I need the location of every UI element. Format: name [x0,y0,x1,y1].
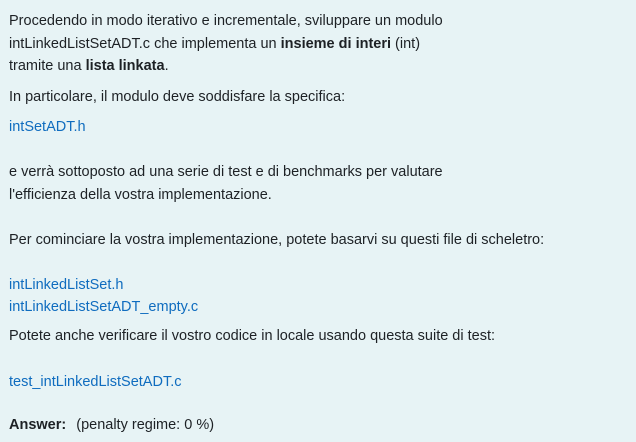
intro-line-1: Procedendo in modo iterativo e increment… [9,11,443,31]
test-intlinkedlistsetadt-c-link[interactable]: test_intLinkedListSetADT.c [9,374,181,390]
skeleton-link-line-2: intLinkedListSetADT_empty.c [9,297,198,317]
spec-text: In particolare, il modulo deve soddisfar… [9,89,346,105]
test-text-line-2: l'efficienza della vostra implementazion… [9,187,272,203]
intsetadt-h-link[interactable]: intSetADT.h [9,119,86,135]
intlinkedlistset-h-link[interactable]: intLinkedListSet.h [9,277,123,293]
question-text-panel: Procedendo in modo iterativo e increment… [0,0,636,442]
intro-text-3: tramite una [9,58,86,74]
answer-label: Answer: [9,417,67,433]
spec-line: intSetADT.h [9,117,86,137]
skeleton-text: Per cominciare la vostra implementazione… [9,232,545,248]
intro-line-2: intLinkedListSetADT.c che implementa un … [9,34,420,54]
intlinkedlistsetadt-empty-c-link[interactable]: intLinkedListSetADT_empty.c [9,299,198,315]
verify-text: Potete anche verificare il vostro codice… [9,328,496,344]
skeleton-link-line-1: intLinkedListSet.h [9,275,123,295]
test-text-line-1: e verrà sottoposto ad una serie di test … [9,164,443,180]
answer-row: Answer: (penalty regime: 0 %) [9,415,214,435]
penalty-regime: (penalty regime: 0 %) [76,417,215,433]
test-link-line: test_intLinkedListSetADT.c [9,372,181,392]
intro-line-3: tramite una lista linkata. [9,56,169,76]
intro-text-2: intLinkedListSetADT.c che implementa un [9,36,281,52]
int-type-note: (int) [391,36,421,52]
intro-text-1: Procedendo in modo iterativo e increment… [9,13,443,29]
linked-list-emphasis: lista linkata [85,58,165,74]
integer-set-emphasis: insieme di interi [280,36,392,52]
intro-period: . [164,58,169,74]
